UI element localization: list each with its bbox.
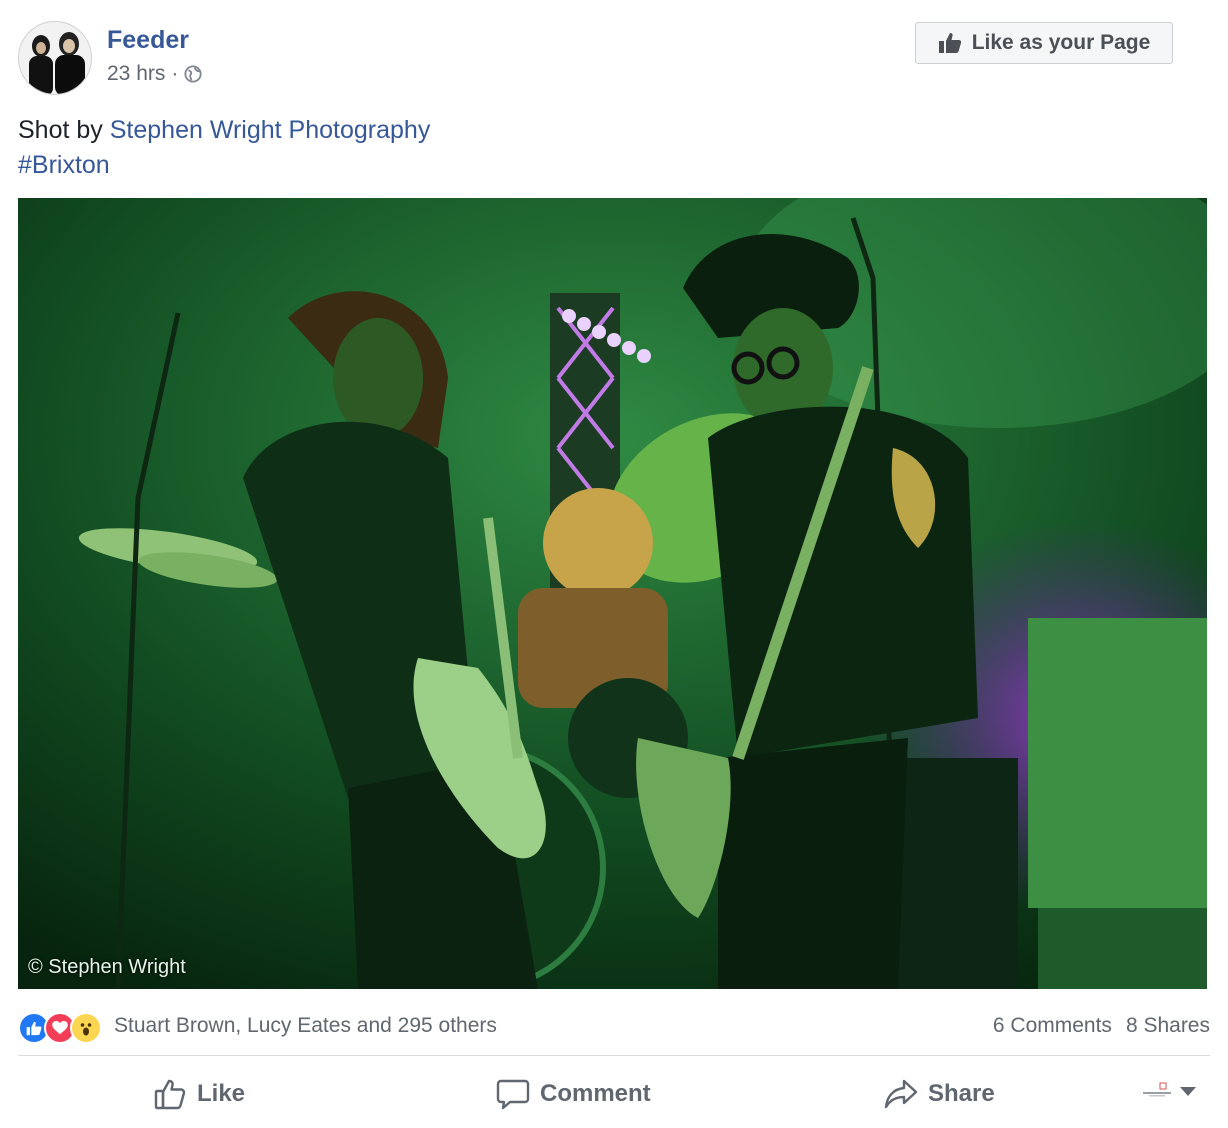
photo-watermark: © Stephen Wright [28,956,186,978]
hashtag-link[interactable]: #Brixton [18,151,110,179]
share-label: Share [928,1080,995,1107]
post-text-prefix: Shot by [18,116,110,144]
share-arrow-icon [884,1079,918,1109]
like-button[interactable]: Like [153,1072,245,1116]
post-photo[interactable]: © Stephen Wright [18,198,1207,989]
meta-separator: · [171,62,179,85]
actions-divider [18,1055,1210,1056]
like-as-page-button[interactable]: Like as your Page [915,22,1173,64]
photographer-link[interactable]: Stephen Wright Photography [110,116,431,144]
engagement-counts: 6 Comments 8 Shares [993,1014,1210,1038]
chevron-down-icon [1180,1086,1196,1096]
comment-button[interactable]: Comment [496,1072,651,1116]
thumbs-up-outline-icon [154,1079,186,1110]
concert-photo [18,198,1207,989]
like-label: Like [197,1080,246,1107]
shares-count[interactable]: 8 Shares [1126,1014,1210,1038]
reactions-summary: Stuart Brown, Lucy Eates and 295 others … [18,1010,1210,1044]
wow-reaction-icon[interactable] [70,1012,102,1044]
post-as-selector[interactable] [1140,1082,1196,1100]
comment-label: Comment [540,1080,651,1107]
post-timestamp[interactable]: 23 hrs [107,62,165,86]
reactors-text[interactable]: Stuart Brown, Lucy Eates and 295 others [114,1014,497,1038]
comment-bubble-icon [496,1079,530,1110]
page-name-link[interactable]: Feeder [107,26,189,55]
comments-count[interactable]: 6 Comments [993,1014,1112,1038]
avatar-image [19,22,91,94]
like-as-page-label: Like as your Page [971,31,1151,54]
post-text: Shot by Stephen Wright Photography #Brix… [18,113,430,183]
page-avatar[interactable] [18,21,92,95]
globe-icon[interactable] [184,65,202,83]
share-button[interactable]: Share [884,1072,995,1116]
page-mini-avatar-icon [1140,1082,1174,1100]
reaction-icons[interactable] [18,1012,102,1044]
post-meta: 23 hrs · [107,62,202,86]
thumbs-up-icon [938,33,961,53]
